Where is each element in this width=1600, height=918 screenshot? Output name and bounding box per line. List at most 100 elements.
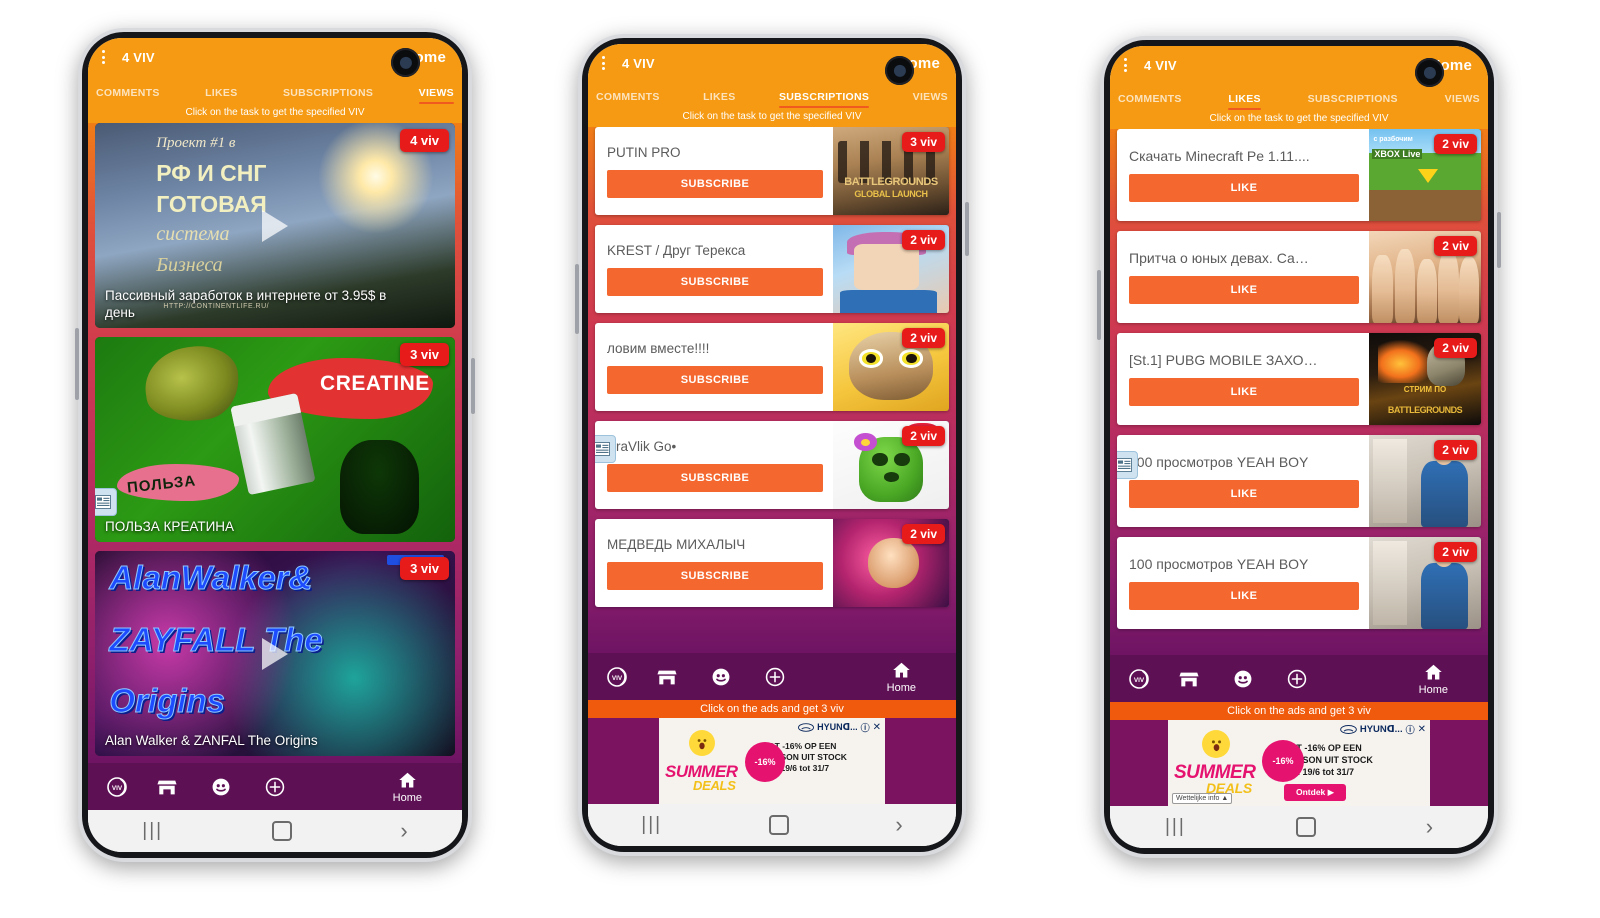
store-icon[interactable] <box>1162 668 1216 690</box>
video-thumbnail: СТРИМ ПО BATTLEGROUNDS 2 viv <box>1369 333 1481 425</box>
video-thumbnail: 2 viv <box>1369 231 1481 323</box>
ad-close-icon[interactable]: ✕ <box>873 722 881 733</box>
volume-button[interactable] <box>75 328 79 400</box>
nav-home-button[interactable]: Home <box>393 770 422 804</box>
svg-text:VIV: VIV <box>612 675 623 682</box>
video-title: ПОЛЬЗА КРЕАТИНА <box>105 518 235 534</box>
recents-icon[interactable]: ||| <box>1165 816 1186 838</box>
viv-coin-icon[interactable]: VIV <box>596 665 640 689</box>
home-circle-icon[interactable] <box>1295 817 1316 837</box>
viv-coin-icon[interactable]: VIV <box>96 775 140 799</box>
plus-circle-icon[interactable] <box>1270 668 1324 690</box>
video-thumbnail: с разбочим XBOX Live 2 viv <box>1369 129 1481 221</box>
ad-info-icon[interactable]: ⓘ <box>861 721 870 734</box>
video-thumbnail: 2 viv <box>1369 537 1481 629</box>
face-smiley-icon[interactable] <box>194 776 248 798</box>
tab-views[interactable]: VIEWS <box>1445 93 1480 110</box>
task-card-left: KREST / Друг Терекса SUBSCRIBE <box>595 225 833 313</box>
like-task-card[interactable]: [St.1] PUBG MOBILE ЗАХО… LIKE СТРИМ ПО B… <box>1117 333 1481 425</box>
like-task-card[interactable]: Притча о юных девах. Са… LIKE 2 viv <box>1117 231 1481 323</box>
volume-button[interactable] <box>1097 270 1101 340</box>
kebab-menu-icon[interactable] <box>1116 58 1134 72</box>
like-task-card[interactable]: Скачать Minecraft Pe 1.11.... LIKE с раз… <box>1117 129 1481 221</box>
subscribe-button[interactable]: SUBSCRIBE <box>607 267 823 296</box>
task-card-left: 100 просмотров YEAH BOY LIKE <box>1117 537 1369 629</box>
like-button[interactable]: LIKE <box>1129 582 1359 610</box>
power-button[interactable] <box>1497 212 1501 268</box>
kebab-menu-icon[interactable] <box>94 50 112 64</box>
channel-thumbnail: 2 viv <box>833 323 949 411</box>
face-smiley-icon[interactable] <box>1216 668 1270 690</box>
power-button[interactable] <box>965 202 969 256</box>
plus-circle-icon[interactable] <box>748 666 802 688</box>
subscribe-button[interactable]: SUBSCRIBE <box>607 365 823 394</box>
ad-copy: -16% HYUNᗡ... ⓘ ✕ TOT -16% OP EEN TUCSON… <box>745 718 885 804</box>
back-chevron-icon[interactable]: › <box>1426 814 1433 840</box>
task-card-left: МЕДВЕДЬ МИХАЛЫЧ SUBSCRIBE <box>595 519 833 607</box>
like-task-card[interactable]: 100 просмотров YEAH BOY LIKE 2 viv <box>1117 435 1481 527</box>
thumb-text-line4: система <box>156 223 230 246</box>
nav-home-button[interactable]: Home <box>1419 662 1448 696</box>
recents-icon[interactable]: ||| <box>142 820 163 842</box>
recents-icon[interactable]: ||| <box>641 814 662 836</box>
store-icon[interactable] <box>140 776 194 798</box>
tab-likes[interactable]: LIKES <box>205 87 237 104</box>
subscribe-button[interactable]: SUBSCRIBE <box>607 463 823 492</box>
back-chevron-icon[interactable]: › <box>895 812 902 838</box>
plus-circle-icon[interactable] <box>248 776 302 798</box>
video-name: 100 просмотров YEAH BOY <box>1129 556 1309 572</box>
svg-text:VIV: VIV <box>1134 677 1145 684</box>
tab-comments[interactable]: COMMENTS <box>596 91 660 108</box>
ad-banner[interactable]: SUMMER DEALS -16% HYUNᗡ... ⓘ ✕ TOT -16% … <box>659 718 885 804</box>
viv-badge: 2 viv <box>902 524 945 544</box>
subscribe-button[interactable]: SUBSCRIBE <box>607 169 823 198</box>
tab-comments[interactable]: COMMENTS <box>1118 93 1182 110</box>
kebab-menu-icon[interactable] <box>594 56 612 70</box>
ad-banner[interactable]: SUMMER DEALS Wettelijke info ▲ -16% HYUN… <box>1168 720 1430 806</box>
home-circle-icon[interactable] <box>271 821 292 841</box>
viv-badge: 3 viv <box>902 132 945 152</box>
subscribe-task-card[interactable]: МЕДВЕДЬ МИХАЛЫЧ SUBSCRIBE 2 viv <box>595 519 949 607</box>
home-circle-icon[interactable] <box>768 815 789 835</box>
tab-subscriptions[interactable]: SUBSCRIPTIONS <box>1308 93 1398 110</box>
ad-headline: TOT -16% OP EEN TUCSON UIT STOCK Van 19/… <box>1284 743 1422 779</box>
ad-close-icon[interactable]: ✕ <box>1418 724 1426 735</box>
like-button[interactable]: LIKE <box>1129 276 1359 304</box>
tab-subscriptions[interactable]: SUBSCRIPTIONS <box>778 91 870 108</box>
ad-legal-link[interactable]: Wettelijke info ▲ <box>1172 793 1233 804</box>
subscribe-task-card[interactable]: BraVlik Go• SUBSCRIBE 2 viv <box>595 421 949 509</box>
store-icon[interactable] <box>640 666 694 688</box>
subscribe-task-card[interactable]: PUTIN PRO SUBSCRIBE BATTLEGROUNDS GLOBAL … <box>595 127 949 215</box>
task-list-likes[interactable]: Скачать Minecraft Pe 1.11.... LIKE с раз… <box>1110 129 1488 655</box>
subscribe-button[interactable]: SUBSCRIBE <box>607 561 823 590</box>
nav-home-button[interactable]: Home <box>887 660 916 694</box>
tab-subscriptions[interactable]: SUBSCRIPTIONS <box>283 87 373 104</box>
tab-likes[interactable]: LIKES <box>1228 93 1262 110</box>
tab-comments[interactable]: COMMENTS <box>96 87 160 104</box>
subscribe-task-card[interactable]: ловим вместе!!!! SUBSCRIBE 2 viv <box>595 323 949 411</box>
volume-button[interactable] <box>575 264 579 334</box>
task-list-views[interactable]: Проект #1 в РФ И СНГ ГОТОВАЯ система Биз… <box>88 123 462 763</box>
viv-badge: 2 viv <box>1434 236 1477 256</box>
ad-cta-button[interactable]: Ontdek ▶ <box>1284 783 1347 801</box>
ad-info-icon[interactable]: ⓘ <box>1406 723 1415 736</box>
tab-views[interactable]: VIEWS <box>418 87 455 104</box>
back-chevron-icon[interactable]: › <box>400 818 407 844</box>
power-button[interactable] <box>471 358 475 414</box>
view-task-card[interactable]: CREATINE ПОЛЬЗА 3 viv ПОЛЬЗА КРЕАТИНА <box>95 337 455 542</box>
face-smiley-icon[interactable] <box>694 666 748 688</box>
view-task-card[interactable]: AlanWalker& ZAYFALL The Origins 3 viv Al… <box>95 551 455 756</box>
like-button[interactable]: LIKE <box>1129 480 1359 508</box>
subscribe-task-card[interactable]: KREST / Друг Терекса SUBSCRIBE 2 viv <box>595 225 949 313</box>
tab-views[interactable]: VIEWS <box>913 91 948 108</box>
tab-likes[interactable]: LIKES <box>703 91 735 108</box>
like-task-card[interactable]: 100 просмотров YEAH BOY LIKE 2 viv <box>1117 537 1481 629</box>
view-task-card[interactable]: Проект #1 в РФ И СНГ ГОТОВАЯ система Биз… <box>95 123 455 328</box>
ad-headline-line2: TUCSON UIT STOCK <box>1284 754 1373 765</box>
bottom-nav-bar: VIV Home <box>588 653 956 700</box>
like-button[interactable]: LIKE <box>1129 378 1359 406</box>
like-button[interactable]: LIKE <box>1129 174 1359 202</box>
task-list-subscriptions[interactable]: PUTIN PRO SUBSCRIBE BATTLEGROUNDS GLOBAL … <box>588 127 956 653</box>
ad-brand: HYUNᗡ... ⓘ ✕ <box>798 721 881 734</box>
viv-coin-icon[interactable]: VIV <box>1118 667 1162 691</box>
